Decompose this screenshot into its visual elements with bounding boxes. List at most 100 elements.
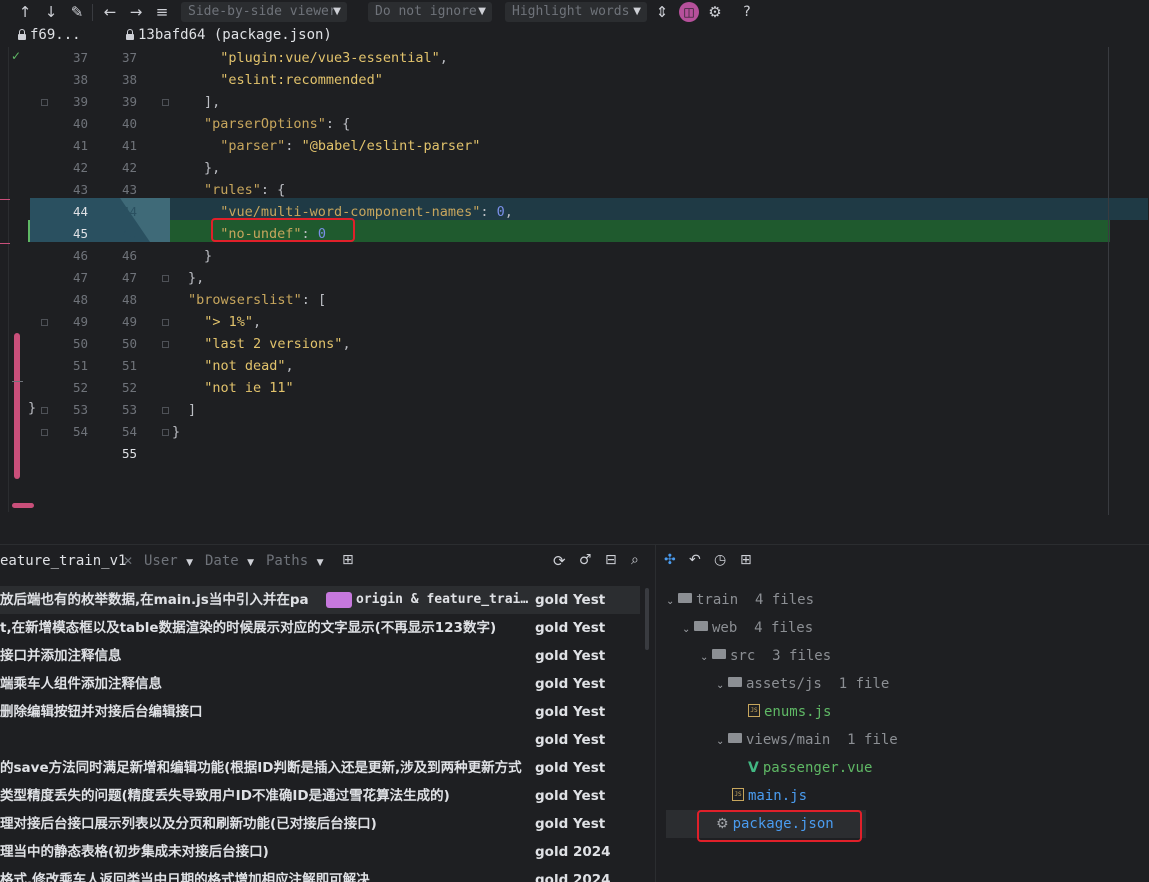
commit-author: gold [535,648,569,664]
commit-row[interactable]: 放后端也有的枚举数据,在main.js当中引入并在pa gold Yest [0,586,640,614]
code-line[interactable]: 41 41 "parser": "@babel/eslint-parser" [0,135,1110,157]
tree-node-src[interactable]: ⌄ src 3 files [700,642,831,670]
right-line-number: 55 [121,446,137,461]
left-line-number: 53 [72,402,88,417]
code-line[interactable]: 39 39], [0,91,1110,113]
fold-marker-icon[interactable] [41,99,48,106]
tree-node-assets-js[interactable]: ⌄ assets/js 1 file [716,670,889,698]
search-icon[interactable]: ⌕ [631,552,639,568]
chevron-down-icon: ▼ [478,6,486,17]
paths-filter[interactable]: Paths ▼ [266,553,324,569]
sync-scroll-icon[interactable]: ◫ [679,2,699,22]
undo-icon[interactable]: ↶ [689,552,701,568]
diff-editor[interactable]: ✓ 37 37 "plugin:vue/vue3-essential", 38 38 … [0,47,1149,515]
code-line[interactable]: 51 51 "not dead", [0,355,1110,377]
code-text: "not ie 11" [204,380,294,396]
commit-row[interactable]: 的save方法同时满足新增和编辑功能(根据ID判断是插入还是更新,涉及到两种更新… [0,754,640,782]
arrow-right-icon[interactable]: → [126,2,146,22]
code-text: }, [188,270,205,286]
tree-node-train[interactable]: ⌄ train 4 files [666,586,814,614]
code-line[interactable]: 42 42}, [0,157,1110,179]
code-line[interactable]: 45 45 "no-undef": 0 [0,223,1110,245]
fold-marker-icon[interactable] [162,341,169,348]
commit-row[interactable]: 理对接后台接口展示列表以及分页和刷新功能(已对接后台接口) gold Yest [0,810,640,838]
arrow-left-icon[interactable]: ← [100,2,120,22]
edit-pencil-icon[interactable]: ✎ [67,2,87,22]
branch-filter[interactable]: eature_train_v1 [0,553,126,569]
new-tab-icon[interactable]: ⊞ [342,552,354,568]
group-by-icon[interactable]: ⊞ [740,552,752,568]
highlight-words-select[interactable]: Highlight words ▼ [505,2,647,22]
code-line[interactable]: 46 46} [0,245,1110,267]
code-line[interactable]: 55 [0,443,1110,465]
list-menu-icon[interactable]: ≡ [152,2,172,22]
chevron-down-icon: ⌄ [716,680,725,691]
arrow-down-icon[interactable]: ↓ [41,2,61,22]
commit-row[interactable]: 理当中的静态表格(初步集成未对接后台接口) gold 2024 [0,838,640,866]
left-line-number: 47 [72,270,88,285]
expand-arrows-icon[interactable]: ✣ [664,552,676,568]
commit-row[interactable]: t,在新增模态框以及table数据渲染的时候展示对应的文字显示(不再显示123数… [0,614,640,642]
right-line-number: 51 [121,358,137,373]
code-line[interactable]: 37 37 "plugin:vue/vue3-essential", [0,47,1110,69]
commit-list-scrollbar[interactable] [645,588,649,650]
code-line[interactable]: 53 53] [0,399,1110,421]
code-line[interactable]: 50 50 "last 2 versions", [0,333,1110,355]
code-line[interactable]: 40 40 "parserOptions": { [0,113,1110,135]
right-margin-line [1108,47,1109,515]
viewer-mode-select[interactable]: Side-by-side viewer ▼ [181,2,347,22]
commit-row[interactable]: 格式,修改乘车人返回类当中日期的格式增加相应注解即可解决 gold 2024 [0,866,640,882]
close-icon[interactable]: ✕ [123,554,133,568]
fold-marker-icon[interactable] [162,429,169,436]
commit-row[interactable]: 类型精度丢失的问题(精度丢失导致用户ID不准确ID是通过雪花算法生成的) gold… [0,782,640,810]
fold-marker-icon[interactable] [41,319,48,326]
commit-author: gold [535,592,569,608]
help-icon[interactable]: ? [737,2,757,22]
fold-marker-icon[interactable] [162,99,169,106]
history-icon[interactable]: ◷ [714,552,726,568]
code-line[interactable]: 47 47}, [0,267,1110,289]
date-filter[interactable]: Date ▼ [205,553,254,569]
code-line[interactable]: 48 48 "browserslist": [ [0,289,1110,311]
left-line-number: 54 [72,424,88,439]
fold-marker-icon[interactable] [41,407,48,414]
horizontal-scrollbar-thumb[interactable] [12,503,34,508]
commit-author: gold [535,732,569,748]
user-filter[interactable]: User ▼ [144,553,193,569]
chevron-down-icon: ▼ [247,558,255,568]
commit-row[interactable]: gold Yest [0,726,640,754]
code-line[interactable]: 54 54} [0,421,1110,443]
code-line[interactable]: 38 38 "eslint:recommended" [0,69,1110,91]
tree-file-enums-js[interactable]: JS enums.js [748,698,831,726]
right-line-number: 46 [121,248,137,263]
fold-marker-icon[interactable] [162,407,169,414]
tree-file-passenger-vue[interactable]: Vpassenger.vue [748,754,872,782]
commit-row[interactable]: 删除编辑按钮并对接后台编辑接口 gold Yest [0,698,640,726]
code-line[interactable]: 44 44 "vue/multi-word-component-names": 0… [0,201,1110,223]
gear-icon[interactable]: ⚙ [705,2,725,22]
left-revision-label: f69... [30,27,81,43]
left-line-number: 40 [72,116,88,131]
arrow-up-icon[interactable]: ↑ [15,2,35,22]
grid-options-icon[interactable]: ⊟ [605,552,617,568]
code-line[interactable]: 52 52 "not ie 11" [0,377,1110,399]
code-text: "eslint:recommended" [220,72,383,88]
cherry-pick-icon[interactable]: ♂ [579,552,592,568]
fold-marker-icon[interactable] [162,319,169,326]
right-line-number: 37 [121,50,137,65]
fold-marker-icon[interactable] [41,429,48,436]
left-line-number: 44 [72,204,88,219]
code-text: } [204,248,213,264]
commit-row[interactable]: 端乘车人组件添加注释信息 gold Yest [0,670,640,698]
code-line[interactable]: 43 43 "rules": { [0,179,1110,201]
tree-node-web[interactable]: ⌄ web 4 files [682,614,813,642]
tree-node-views-main[interactable]: ⌄ views/main 1 file [716,726,898,754]
collapse-unchanged-icon[interactable]: ⇕ [652,2,672,22]
refresh-icon[interactable]: ⟳ [553,552,566,570]
code-line[interactable]: 49 49 "> 1%", [0,311,1110,333]
commit-author: gold [535,704,569,720]
commit-row[interactable]: 接口并添加注释信息 gold Yest [0,642,640,670]
whitespace-ignore-select[interactable]: Do not ignore ▼ [368,2,492,22]
fold-marker-icon[interactable] [162,275,169,282]
tree-file-main-js[interactable]: JS main.js [732,782,807,810]
